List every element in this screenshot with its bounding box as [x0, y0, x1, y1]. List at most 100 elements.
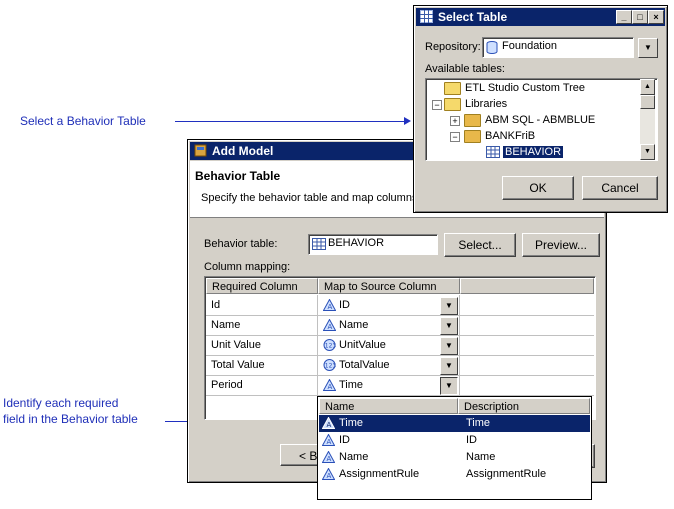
callout-arrow-line [175, 121, 405, 122]
source-cell[interactable]: 123 TotalValue ▼ [318, 355, 460, 375]
dropdown-item-id[interactable]: A ID ID [319, 432, 590, 449]
tree-scrollbar[interactable]: ▲ ▼ [640, 79, 655, 160]
table-icon [486, 146, 500, 159]
column-mapping-label: Column mapping: [204, 261, 291, 273]
behavior-table-field[interactable]: BEHAVIOR [308, 234, 438, 255]
source-column-dropdown: Name Description A Time Time A ID ID A N… [317, 396, 592, 500]
behavior-table-label: Behavior table: [204, 238, 278, 250]
source-cell[interactable]: A Name ▼ [318, 315, 460, 335]
source-cell[interactable]: A Time ▼ [318, 375, 460, 395]
behavior-table-value: BEHAVIOR [328, 237, 385, 249]
col-header-source[interactable]: Map to Source Column [318, 278, 460, 294]
add-model-title: Add Model [212, 144, 274, 158]
attribute-icon: A [323, 319, 336, 332]
source-value: Name [339, 319, 369, 331]
required-cell: Period [206, 375, 318, 395]
tree-label: ETL Studio Custom Tree [465, 82, 586, 94]
item-name: ID [339, 434, 350, 446]
attribute-icon: A [322, 417, 335, 429]
svg-text:A: A [328, 323, 333, 331]
close-icon[interactable]: × [648, 10, 664, 24]
select-table-titlebar: Select Table _ □ × [416, 8, 665, 26]
svg-text:123: 123 [325, 363, 336, 370]
attribute-icon: A [322, 468, 335, 480]
callout-identify-line2: field in the Behavior table [3, 412, 138, 426]
chevron-down-icon[interactable]: ▼ [440, 297, 458, 315]
source-cell[interactable]: 123 UnitValue ▼ [318, 335, 460, 355]
available-tables-tree[interactable]: ETL Studio Custom Tree − Libraries + ABM… [425, 78, 658, 161]
wizard-heading: Behavior Table [195, 169, 281, 183]
dropdown-item-assignmentrule[interactable]: A AssignmentRule AssignmentRule [319, 466, 590, 483]
tree-item-etl[interactable]: ETL Studio Custom Tree [444, 80, 585, 96]
preview-button[interactable]: Preview... [522, 233, 600, 257]
collapse-icon[interactable]: − [432, 100, 442, 110]
required-cell: Id [206, 295, 318, 315]
numeric-icon: 123 [323, 339, 336, 352]
table-row[interactable]: Name A Name ▼ [206, 315, 594, 336]
collapse-icon[interactable]: − [450, 132, 460, 142]
chevron-down-icon[interactable]: ▼ [440, 337, 458, 355]
tree-label: Libraries [465, 98, 508, 110]
item-description: AssignmentRule [466, 468, 547, 480]
chevron-down-icon[interactable]: ▼ [638, 38, 658, 58]
chevron-down-icon[interactable]: ▼ [440, 377, 458, 395]
item-name: Time [339, 417, 364, 429]
callout-identify-line1: Identify each required [3, 396, 119, 410]
required-cell: Unit Value [206, 335, 318, 355]
table-row[interactable]: Period A Time ▼ [206, 375, 594, 396]
repository-label: Repository: [425, 41, 481, 53]
repository-combo[interactable]: Foundation [482, 37, 634, 58]
table-icon [420, 10, 433, 23]
folder-icon [444, 97, 461, 111]
tree-label: BEHAVIOR [503, 146, 564, 158]
tree-item-libraries[interactable]: Libraries [444, 96, 507, 112]
chevron-down-icon[interactable]: ▼ [440, 357, 458, 375]
table-icon [312, 238, 326, 250]
item-description: ID [466, 434, 477, 446]
minimize-icon[interactable]: _ [616, 10, 632, 24]
dropdown-item-time[interactable]: A Time Time [319, 415, 590, 432]
svg-text:A: A [328, 383, 333, 391]
repository-icon [486, 41, 498, 54]
maximize-icon[interactable]: □ [632, 10, 648, 24]
wizard-description: Specify the behavior table and map colum… [201, 192, 418, 204]
table-row[interactable]: Unit Value 123 UnitValue ▼ [206, 335, 594, 356]
header-divider [190, 217, 604, 218]
source-cell[interactable]: A ID ▼ [318, 295, 460, 315]
table-row[interactable]: Total Value 123 TotalValue ▼ [206, 355, 594, 376]
attribute-icon: A [322, 451, 335, 463]
tree-item-behavior[interactable]: BEHAVIOR [486, 144, 564, 160]
source-value: Time [339, 379, 364, 391]
source-value: ID [339, 299, 350, 311]
library-icon [464, 113, 481, 127]
scroll-up-icon[interactable]: ▲ [640, 79, 655, 95]
tree-item-bank[interactable]: BANKFriB [464, 128, 535, 144]
source-value: TotalValue [339, 359, 390, 371]
callout-arrow-head [404, 117, 411, 125]
dropdown-item-name[interactable]: A Name Name [319, 449, 590, 466]
svg-text:A: A [327, 421, 332, 429]
attribute-icon: A [323, 379, 336, 392]
svg-text:A: A [328, 303, 333, 311]
tree-item-abm[interactable]: ABM SQL - ABMBLUE [464, 112, 595, 128]
item-description: Time [466, 417, 491, 429]
svg-text:A: A [327, 472, 332, 480]
scroll-thumb[interactable] [640, 95, 655, 109]
numeric-icon: 123 [323, 359, 336, 372]
cancel-button[interactable]: Cancel [582, 176, 658, 200]
ok-button[interactable]: OK [502, 176, 574, 200]
chevron-down-icon[interactable]: ▼ [440, 317, 458, 335]
dropdown-header-description[interactable]: Description [458, 398, 590, 414]
tree-label: ABM SQL - ABMBLUE [485, 114, 596, 126]
app-icon [194, 144, 207, 157]
select-table-dialog: Select Table _ □ × Repository: Foundatio… [413, 5, 668, 213]
select-button[interactable]: Select... [444, 233, 516, 257]
folder-icon [444, 81, 461, 95]
scroll-down-icon[interactable]: ▼ [640, 144, 655, 160]
expand-icon[interactable]: + [450, 116, 460, 126]
dropdown-header-name[interactable]: Name [319, 398, 458, 414]
table-row[interactable]: Id A ID ▼ [206, 295, 594, 316]
col-header-required[interactable]: Required Column [206, 278, 318, 294]
col-header-blank [460, 278, 594, 294]
tree-label: BANKFriB [485, 130, 536, 142]
